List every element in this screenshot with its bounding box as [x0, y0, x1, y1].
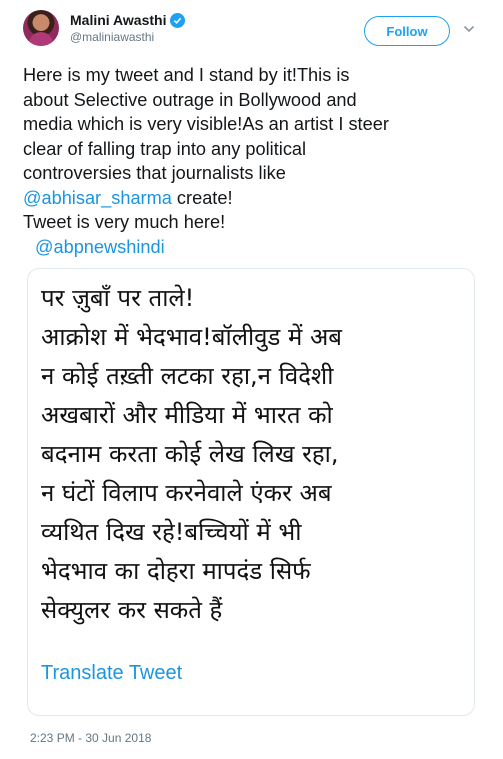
hindi-line: व्यथित दिख रहे!बच्चियों में भी: [41, 518, 302, 546]
timestamp[interactable]: 2:23 PM - 30 Jun 2018: [30, 731, 151, 745]
translate-tweet-link[interactable]: Translate Tweet: [41, 662, 182, 685]
tweet-line: Tweet is very much here!: [23, 212, 226, 232]
tweet-line: Here is my tweet and I stand by it!This …: [23, 65, 350, 85]
follow-button[interactable]: Follow: [364, 16, 450, 46]
tweet-line: controversies that journalists like: [23, 163, 286, 183]
hindi-line: न घंटों विलाप करनेवाले एंकर अब: [41, 479, 332, 507]
display-name[interactable]: Malini Awasthi: [70, 12, 166, 28]
hindi-line: न कोई तख़्ती लटका रहा,न विदेशी: [41, 362, 334, 390]
card-hindi-text: पर ज़ुबाँ पर ताले! आक्रोश में भेदभाव!बॉल…: [41, 269, 471, 630]
name-row[interactable]: Malini Awasthi: [70, 12, 186, 28]
image-card[interactable]: पर ज़ुबाँ पर ताले! आक्रोश में भेदभाव!बॉल…: [27, 268, 475, 716]
user-handle[interactable]: @maliniawasthi: [70, 30, 154, 44]
hindi-line: बदनाम करता कोई लेख लिख रहा,: [41, 440, 339, 468]
hindi-line: अखबारों और मीडिया में भारत को: [41, 401, 333, 429]
hindi-line: पर ज़ुबाँ पर ताले!: [41, 284, 195, 312]
tweet-line: media which is very visible!As an artist…: [23, 114, 389, 134]
hindi-line: सेक्युलर कर सकते हैं: [41, 596, 223, 624]
verified-badge-icon: [170, 12, 186, 28]
tweet-text: Here is my tweet and I stand by it!This …: [23, 63, 483, 259]
tweet-line-mention: @abhisar_sharma create!: [23, 186, 483, 211]
chevron-down-icon[interactable]: [463, 24, 475, 34]
mention-link[interactable]: @abhisar_sharma: [23, 188, 172, 208]
hindi-line: आक्रोश में भेदभाव!बॉलीवुड में अब: [41, 323, 343, 351]
tweet-line-mention: @abpnewshindi: [23, 235, 483, 260]
tweet-header: Malini Awasthi @maliniawasthi Follow: [0, 0, 503, 60]
avatar[interactable]: [23, 10, 59, 46]
mention-link[interactable]: @abpnewshindi: [35, 237, 165, 257]
hindi-line: भेदभाव का दोहरा मापदंड सिर्फ: [41, 557, 311, 585]
tweet-line: clear of falling trap into any political: [23, 138, 307, 159]
tweet-line: about Selective outrage in Bollywood and: [23, 89, 357, 110]
tweet-text-fragment: create!: [171, 187, 233, 208]
